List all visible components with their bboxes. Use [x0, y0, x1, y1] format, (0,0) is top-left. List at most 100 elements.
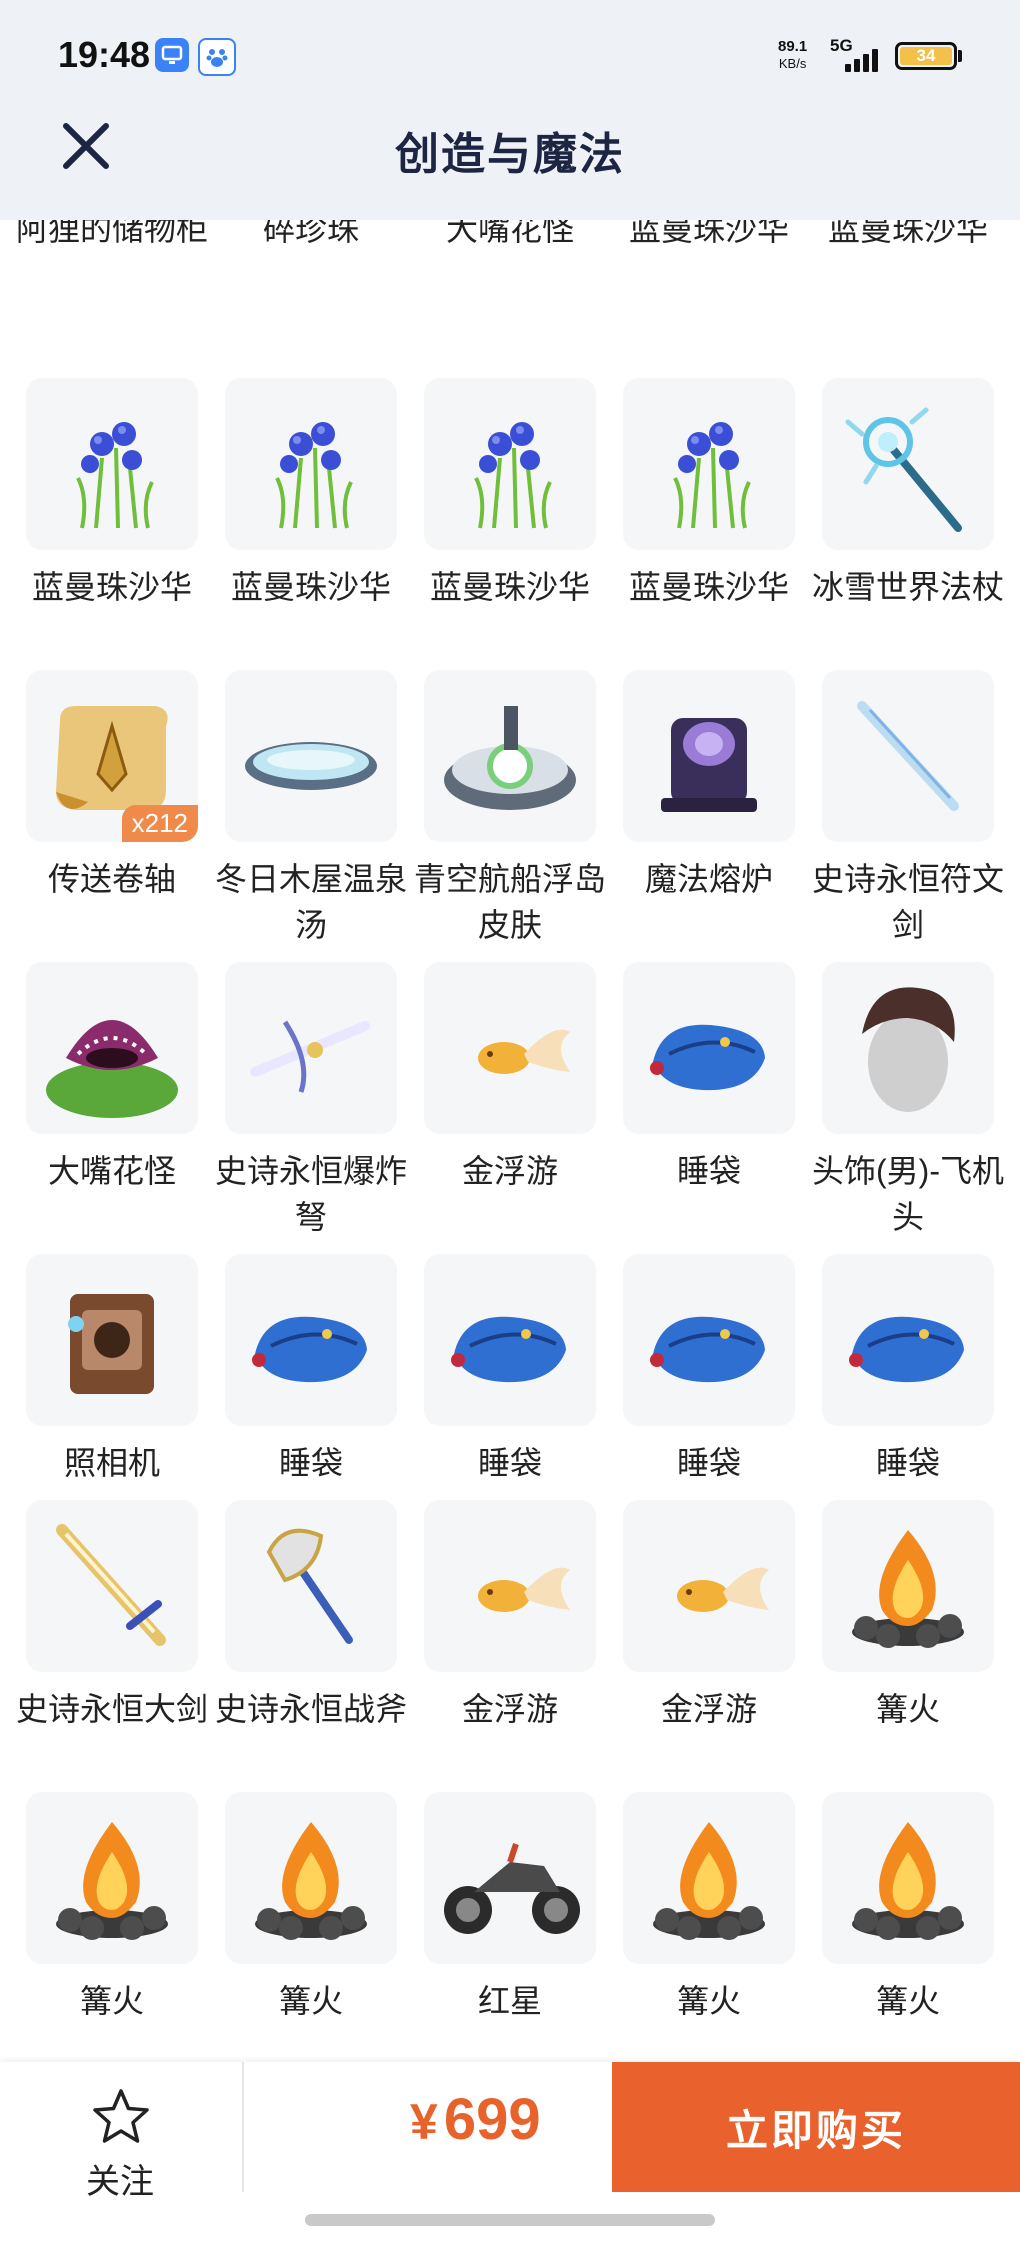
item-thumbnail: [623, 1500, 795, 1672]
golden-fish-icon: [478, 1029, 570, 1074]
item-label: 红星: [477, 1983, 542, 2019]
item-thumbnail: [822, 962, 994, 1134]
item-label: 睡袋: [875, 1445, 940, 1481]
net-speed: 89.1 KB/s: [778, 38, 808, 71]
camera-icon: [68, 1294, 154, 1394]
item-thumbnail: [822, 1792, 994, 1964]
item-label: 睡袋: [676, 1153, 741, 1189]
status-time: 19:48: [58, 34, 151, 75]
item-label: 睡袋: [278, 1445, 343, 1481]
item-thumbnail: [26, 378, 198, 550]
item-thumbnail: [822, 1500, 994, 1672]
hot-spring-icon: [245, 742, 377, 790]
home-indicator[interactable]: [305, 2214, 715, 2226]
item-grid: 阿狸的储物柜x17碎珍珠大嘴花怪蓝曼珠沙华蓝曼珠沙华蓝曼珠沙华蓝曼珠沙华蓝曼珠沙…: [0, 0, 1020, 2244]
battery-cap: [958, 50, 962, 62]
item-label: 蓝曼珠沙华: [230, 569, 391, 605]
item-label: 金浮游: [461, 1153, 558, 1189]
follow-label: 关注: [86, 2163, 154, 2201]
blue-flower-icon: [673, 422, 751, 529]
top-bar: 19:48 89.1 KB/s 5G 34 创造与魔法: [0, 0, 1020, 220]
item-thumbnail: [26, 1792, 198, 1964]
item-thumbnail: [424, 670, 596, 842]
item-label: 睡袋: [676, 1445, 741, 1481]
item-thumbnail: [623, 1792, 795, 1964]
item-label: 篝火: [676, 1983, 741, 2019]
item-thumbnail: [225, 670, 397, 842]
item-thumbnail: [424, 1500, 596, 1672]
item-thumbnail: [424, 962, 596, 1134]
star-icon: [93, 2089, 149, 2143]
hair-head-icon: [862, 987, 955, 1112]
item-label: 金浮游: [461, 1691, 558, 1727]
sleeping-bag-icon: [451, 1316, 566, 1383]
signal-icon: [845, 48, 883, 72]
item-label: 蓝曼珠沙华: [31, 569, 192, 605]
battle-axe-icon: [266, 1528, 353, 1644]
blue-flower-icon: [275, 422, 353, 529]
follow-button[interactable]: 关注: [40, 2074, 200, 2214]
item-label: 蓝曼珠沙华: [429, 569, 590, 605]
blue-flower-icon: [474, 422, 552, 529]
item-label: 蓝曼珠沙华: [628, 569, 789, 605]
campfire-icon: [852, 1530, 964, 1648]
item-thumbnail: [225, 378, 397, 550]
item-label: 篝火: [875, 1691, 940, 1727]
ice-staff-icon: [845, 407, 962, 532]
battery-icon: 34: [895, 42, 957, 70]
item-thumbnail: [225, 1500, 397, 1672]
great-sword-icon: [56, 1524, 166, 1646]
item-thumbnail: [26, 962, 198, 1134]
page-title: 创造与魔法: [395, 130, 625, 179]
item-label: 青空航船浮岛皮肤: [413, 861, 606, 943]
item-label: 头饰(男)-飞机头: [812, 1153, 1004, 1235]
item-thumbnail: [822, 670, 994, 842]
item-thumbnail: [225, 1254, 397, 1426]
sleeping-bag-icon: [650, 1024, 765, 1091]
buy-now-button[interactable]: 立即购买: [612, 2062, 1020, 2192]
item-label: 金浮游: [660, 1691, 757, 1727]
item-label: 篝火: [875, 1983, 940, 2019]
item-thumbnail: [424, 1792, 596, 1964]
item-thumbnail: [424, 1254, 596, 1426]
currency-symbol: ¥: [410, 2094, 438, 2150]
sleeping-bag-icon: [849, 1316, 964, 1383]
item-thumbnail: [424, 378, 596, 550]
quantity-badge: x212: [121, 805, 198, 842]
bottom-bar: 关注 ¥699 立即购买: [0, 2062, 1020, 2244]
item-thumbnail: [822, 378, 994, 550]
item-label: 传送卷轴: [47, 861, 176, 897]
item-thumbnail: x212: [26, 670, 198, 842]
campfire-icon: [852, 1822, 964, 1940]
item-thumbnail: [26, 1254, 198, 1426]
item-thumbnail: [623, 962, 795, 1134]
price: ¥699: [410, 2086, 541, 2153]
campfire-icon: [255, 1822, 367, 1940]
motorcycle-icon: [444, 1843, 580, 1934]
golden-fish-icon: [478, 1567, 570, 1612]
item-thumbnail: [26, 1500, 198, 1672]
plant-monster-icon: [46, 1020, 178, 1118]
item-label: 史诗永恒战斧: [214, 1691, 407, 1727]
crossbow-icon: [250, 1020, 370, 1093]
golden-fish-icon: [677, 1567, 769, 1612]
item-label: 史诗永恒大剑: [15, 1691, 208, 1727]
item-thumbnail: [225, 962, 397, 1134]
divider: [242, 2062, 244, 2192]
item-label: 史诗永恒爆炸弩: [214, 1153, 407, 1235]
screen-cast-icon: [155, 38, 189, 72]
item-label: 篝火: [278, 1983, 343, 2019]
sleeping-bag-icon: [650, 1316, 765, 1383]
magic-furnace-icon: [661, 718, 757, 812]
item-label: 魔法熔炉: [644, 861, 773, 897]
item-label: 照相机: [63, 1445, 160, 1481]
item-thumbnail: [822, 1254, 994, 1426]
item-label: 冬日木屋温泉汤: [214, 861, 407, 943]
price-value: 699: [443, 2087, 541, 2152]
item-label: 大嘴花怪: [47, 1153, 176, 1189]
item-label: 睡袋: [477, 1445, 542, 1481]
sleeping-bag-icon: [252, 1316, 367, 1383]
campfire-icon: [56, 1822, 168, 1940]
item-thumbnail: [225, 1792, 397, 1964]
rune-sword-icon: [857, 701, 959, 811]
